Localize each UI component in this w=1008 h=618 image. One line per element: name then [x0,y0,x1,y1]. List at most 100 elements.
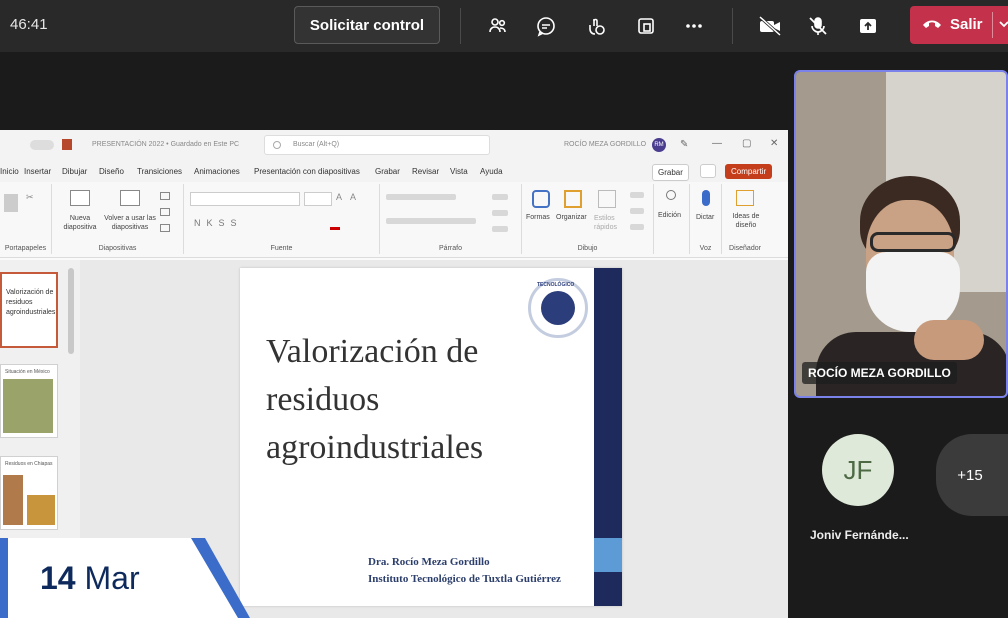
effects-button[interactable] [630,224,644,230]
tab-revisar[interactable]: Revisar [412,167,439,176]
designer-icon[interactable] [736,190,754,206]
font-format-icons[interactable]: NKSS [194,218,243,228]
avatar[interactable]: RM [652,138,666,152]
group-designer: Ideas de diseño Diseñador [722,184,768,254]
dictate-button[interactable]: Dictar [696,214,714,221]
align-buttons[interactable] [386,218,476,224]
view-icon[interactable] [628,8,664,44]
thumb-map-image [3,379,53,433]
layout-icon[interactable] [160,192,170,200]
more-icon[interactable] [676,8,712,44]
font-shrink-icon[interactable]: A [350,192,356,202]
leave-button[interactable]: Salir [910,6,1008,44]
chat-icon[interactable] [528,8,564,44]
search-placeholder: Buscar (Alt+Q) [293,141,340,148]
dictate-icon[interactable] [702,190,710,206]
tab-vista[interactable]: Vista [450,167,468,176]
toolbar-divider [460,8,461,44]
share-pp-button[interactable]: Compartir [725,164,773,179]
tab-transiciones[interactable]: Transiciones [137,167,182,176]
list-buttons[interactable] [386,194,456,200]
font-grow-icon[interactable]: A [336,192,342,202]
maximize-icon[interactable]: ▢ [742,138,751,149]
reset-icon[interactable] [160,208,170,216]
slide-thumb-3[interactable]: Residuos en Chiapas [0,456,58,530]
slide-author-block: Dra. Rocío Meza Gordillo Instituto Tecno… [368,554,561,588]
group-label: Fuente [270,245,293,252]
cut-icon[interactable]: ✂ [26,192,34,203]
group-voice: Dictar Voz [690,184,722,254]
group-paragraph: Párrafo [380,184,522,254]
group-label: Portapapeles [4,245,47,252]
editing-button[interactable]: Edición [658,212,681,219]
presenter-video[interactable]: ROCÍO MEZA GORDILLO [794,70,1008,398]
glasses [870,232,956,252]
align-text-button[interactable] [492,210,508,216]
reuse-slides-icon[interactable] [120,190,140,206]
tab-inicio[interactable]: Inicio [0,167,19,176]
minimize-icon[interactable]: — [712,138,722,149]
slide-institution: Instituto Tecnológico de Tuxtla Gutiérre… [368,573,561,585]
new-slide-button[interactable]: Nueva diapositiva [56,214,104,232]
arrange-button[interactable]: Organizar [556,214,587,221]
group-font: A A NKSS Fuente [184,184,380,254]
thumb-title: Valorización de residuos agroindustriale… [6,289,56,316]
shapes-button[interactable]: Formas [526,214,550,221]
group-editing: Edición [654,184,690,254]
slide-thumb-2[interactable]: Situación en México [0,364,58,438]
tab-presentacion[interactable]: Presentación con diapositivas [254,167,360,176]
reuse-slides-button[interactable]: Volver a usar las diapositivas [104,214,156,232]
thumb-image [3,475,23,525]
section-icon[interactable] [160,224,170,232]
leave-divider [992,12,993,38]
more-participants-button[interactable]: +15 [936,434,1008,516]
mic-off-icon[interactable] [800,8,836,44]
tab-dibujar[interactable]: Dibujar [62,167,87,176]
fill-button[interactable] [630,192,644,198]
group-label: Voz [699,245,712,252]
font-family-field[interactable] [190,192,300,206]
reactions-icon[interactable] [578,8,614,44]
date-day: 14 [40,560,76,596]
shapes-icon[interactable] [532,190,550,208]
scrollbar[interactable] [68,268,74,354]
designer-button[interactable]: Ideas de diseño [728,212,764,230]
tab-ayuda[interactable]: Ayuda [480,167,503,176]
find-icon[interactable] [666,190,676,200]
participant-avatar[interactable]: JF [822,434,894,506]
font-size-field[interactable] [304,192,332,206]
close-icon[interactable]: ✕ [770,138,778,149]
new-slide-icon[interactable] [70,190,90,206]
request-control-button[interactable]: Solicitar control [294,6,440,44]
text-direction-button[interactable] [492,194,508,200]
camera-off-icon[interactable] [752,8,788,44]
comments-icon[interactable] [700,164,716,178]
paste-icon[interactable] [4,194,18,212]
chevron-down-icon[interactable] [998,15,1008,37]
outline-button[interactable] [630,208,644,214]
slide-accent-bar [594,268,622,606]
tab-diseno[interactable]: Diseño [99,167,124,176]
search-box[interactable]: Buscar (Alt+Q) [264,135,490,155]
current-slide[interactable]: TECNOLÓGICO Valorización de residuos agr… [240,268,622,606]
tab-animaciones[interactable]: Animaciones [194,167,240,176]
people-icon[interactable] [480,8,516,44]
font-color-icon[interactable] [330,227,340,230]
slide-title-line: Valorización de [266,333,479,370]
tab-insertar[interactable]: Insertar [24,167,51,176]
meeting-timer: 46:41 [10,16,48,33]
smartart-button[interactable] [492,226,508,232]
slide-thumb-1[interactable]: Valorización de residuos agroindustriale… [0,272,58,348]
save-icon[interactable] [62,139,72,150]
toolbar-divider [732,8,733,44]
tab-grabar[interactable]: Grabar [375,167,400,176]
autosave-toggle[interactable] [30,140,54,150]
styles-icon[interactable] [598,190,616,208]
record-button[interactable]: Grabar [652,164,689,181]
arrange-icon[interactable] [564,190,582,208]
date-label: 14 Mar [40,560,140,597]
pen-icon[interactable]: ✎ [680,139,688,150]
thumb-image [27,495,55,525]
styles-button[interactable]: Estilos rápidos [594,214,622,232]
share-icon[interactable] [850,8,886,44]
